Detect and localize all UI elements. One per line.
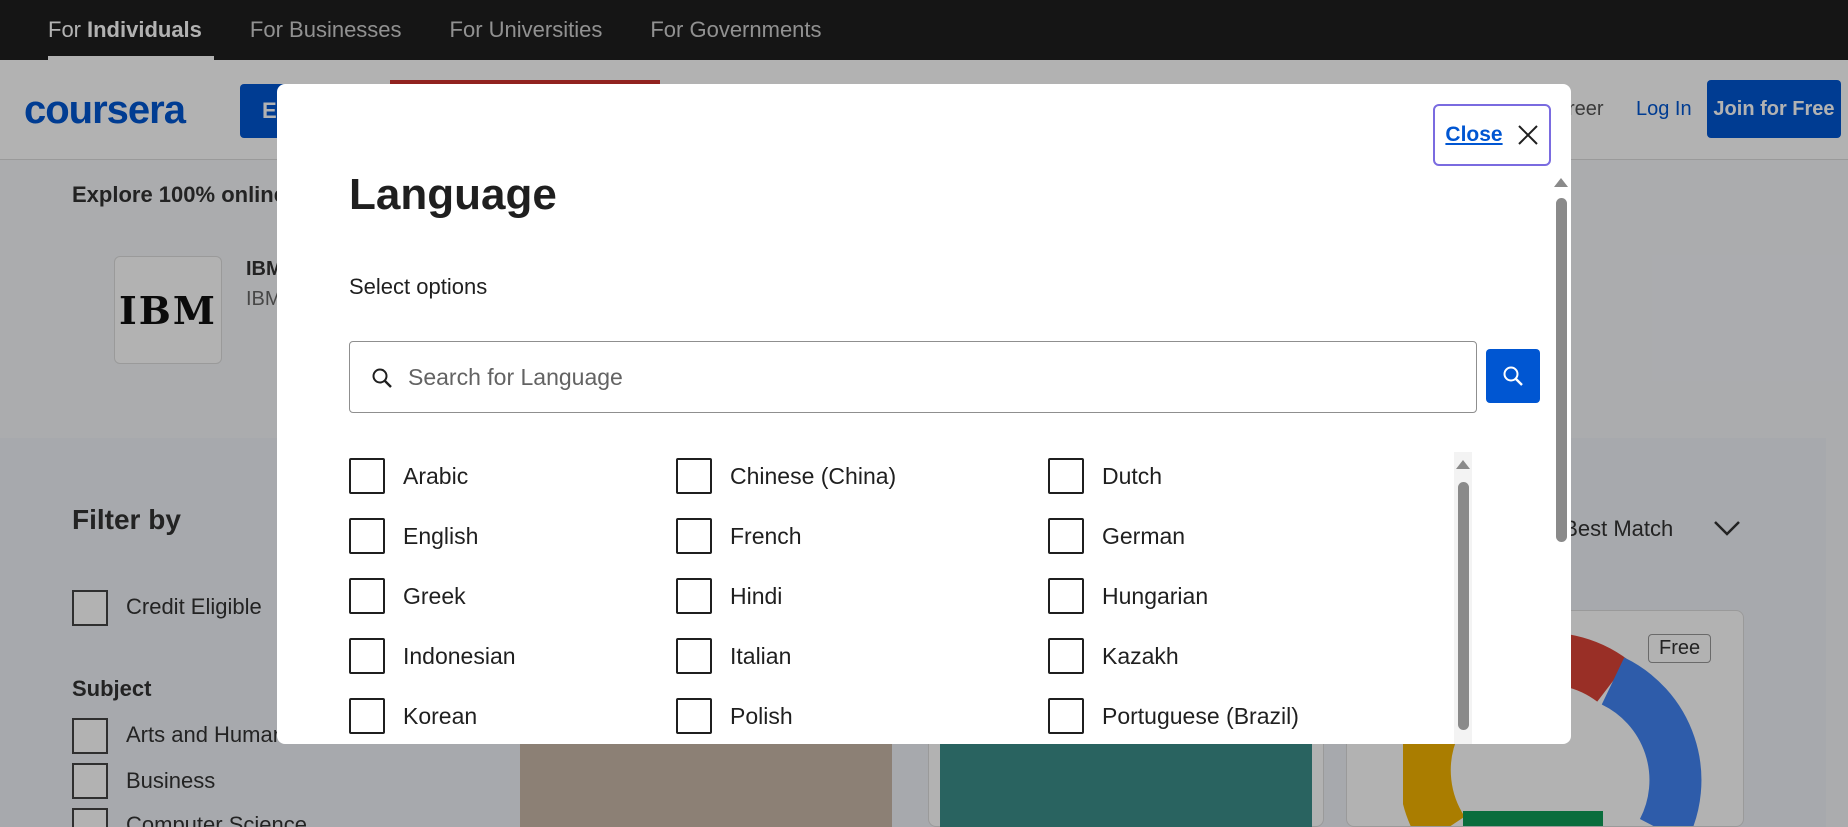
scroll-up-arrow-icon[interactable] [1554, 178, 1568, 187]
checkbox[interactable] [1048, 698, 1084, 734]
option-greek[interactable]: Greek [349, 576, 466, 616]
option-label: Greek [403, 582, 466, 609]
option-dutch[interactable]: Dutch [1048, 456, 1162, 496]
checkbox[interactable] [1048, 638, 1084, 674]
option-german[interactable]: German [1048, 516, 1185, 556]
checkbox[interactable] [349, 518, 385, 554]
checkbox[interactable] [676, 578, 712, 614]
close-label: Close [1445, 123, 1503, 146]
option-french[interactable]: French [676, 516, 802, 556]
option-label: Arabic [403, 462, 469, 489]
option-chinese-china[interactable]: Chinese (China) [676, 456, 896, 496]
language-search-input[interactable] [408, 354, 1388, 400]
modal-scrollbar[interactable] [1552, 176, 1570, 736]
checkbox[interactable] [349, 578, 385, 614]
scrollbar-thumb[interactable] [1458, 482, 1469, 730]
options-scrollbar[interactable] [1454, 452, 1472, 744]
search-submit-button[interactable] [1486, 349, 1540, 403]
option-english[interactable]: English [349, 516, 478, 556]
checkbox[interactable] [676, 638, 712, 674]
option-label: German [1102, 522, 1186, 549]
checkbox[interactable] [676, 698, 712, 734]
option-label: Chinese (China) [730, 462, 897, 489]
option-arabic[interactable]: Arabic [349, 456, 468, 496]
checkbox[interactable] [349, 698, 385, 734]
option-label: English [403, 522, 479, 549]
option-kazakh[interactable]: Kazakh [1048, 636, 1179, 676]
option-label: Dutch [1102, 462, 1163, 489]
option-label: Hungarian [1102, 582, 1209, 609]
search-icon [1503, 366, 1523, 386]
scrollbar-thumb[interactable] [1556, 198, 1567, 542]
close-icon [1517, 125, 1538, 145]
option-hungarian[interactable]: Hungarian [1048, 576, 1208, 616]
modal-title: Language [349, 170, 557, 219]
checkbox[interactable] [1048, 578, 1084, 614]
close-button[interactable]: Close [1433, 104, 1551, 166]
option-polish[interactable]: Polish [676, 696, 793, 736]
language-search [349, 341, 1540, 413]
option-label: Polish [730, 702, 793, 729]
option-label: French [730, 522, 802, 549]
option-korean[interactable]: Korean [349, 696, 477, 736]
option-portuguese-brazil[interactable]: Portuguese (Brazil) [1048, 696, 1299, 736]
option-italian[interactable]: Italian [676, 636, 791, 676]
scroll-up-arrow-icon[interactable] [1456, 460, 1470, 469]
checkbox[interactable] [349, 638, 385, 674]
option-label: Korean [403, 702, 478, 729]
checkbox[interactable] [349, 458, 385, 494]
checkbox[interactable] [1048, 458, 1084, 494]
checkbox[interactable] [676, 458, 712, 494]
option-label: Hindi [730, 582, 783, 609]
checkbox[interactable] [676, 518, 712, 554]
option-label: Portuguese (Brazil) [1102, 702, 1299, 729]
option-label: Kazakh [1102, 642, 1179, 669]
option-label: Indonesian [403, 642, 516, 669]
language-filter-modal: Close Language Select options Arabic Chi… [277, 84, 1571, 744]
language-options-list: Arabic Chinese (China) Dutch English Fre… [349, 452, 1469, 744]
option-hindi[interactable]: Hindi [676, 576, 782, 616]
modal-subtitle: Select options [349, 274, 488, 299]
option-label: Italian [730, 642, 792, 669]
search-icon [372, 368, 392, 388]
option-indonesian[interactable]: Indonesian [349, 636, 516, 676]
checkbox[interactable] [1048, 518, 1084, 554]
